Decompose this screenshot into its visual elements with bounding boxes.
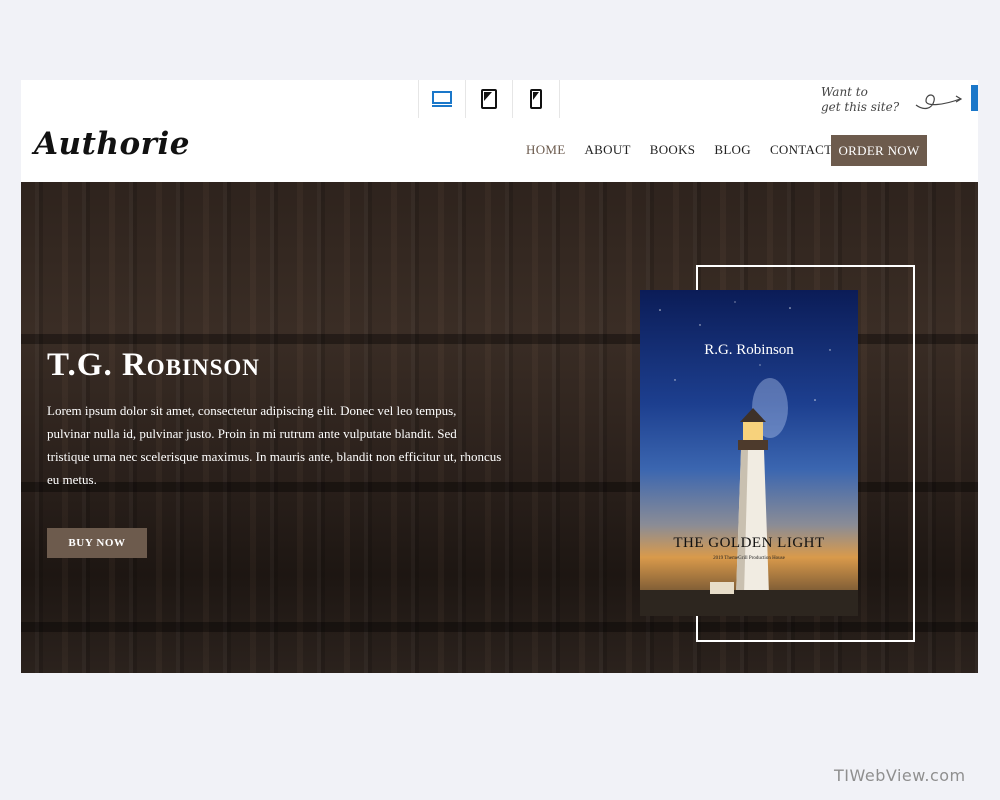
cover-subtitle: 2019 ThemeGrill Production House bbox=[713, 556, 785, 561]
nav-home[interactable]: HOME bbox=[526, 142, 565, 158]
buy-now-button[interactable]: BUY NOW bbox=[47, 528, 147, 558]
mobile-icon bbox=[530, 89, 542, 109]
desktop-view-button[interactable] bbox=[418, 80, 465, 118]
site-header: Authorie HOME ABOUT BOOKS BLOG CONTACT O… bbox=[21, 118, 978, 182]
desktop-icon bbox=[432, 91, 452, 107]
preview-frame: Want to get this site? Authorie HOME ABO… bbox=[21, 80, 978, 673]
cover-author: R.G. Robinson bbox=[704, 342, 794, 358]
hero-description: Lorem ipsum dolor sit amet, consectetur … bbox=[47, 403, 502, 487]
nav-about[interactable]: ABOUT bbox=[584, 142, 630, 158]
author-name: T.G. Robinson bbox=[47, 347, 260, 383]
preview-toolbar: Want to get this site? bbox=[21, 80, 978, 119]
get-this-site-text[interactable]: Want to get this site? bbox=[821, 85, 899, 115]
hero-section: T.G. Robinson Lorem ipsum dolor sit amet… bbox=[21, 182, 978, 673]
cta-line-1: Want to bbox=[821, 85, 868, 99]
nav-books[interactable]: BOOKS bbox=[650, 142, 696, 158]
watermark: TIWebView.com bbox=[834, 766, 966, 785]
site-logo[interactable]: Authorie bbox=[34, 126, 190, 162]
mobile-view-button[interactable] bbox=[512, 80, 560, 118]
tablet-icon bbox=[481, 89, 497, 109]
nav-blog[interactable]: BLOG bbox=[714, 142, 751, 158]
main-nav: HOME ABOUT BOOKS BLOG CONTACT bbox=[526, 118, 851, 182]
nav-contact[interactable]: CONTACT bbox=[770, 142, 832, 158]
side-tab[interactable] bbox=[971, 85, 978, 111]
lighthouse-illustration bbox=[640, 301, 858, 616]
cover-title: THE GOLDEN LIGHT bbox=[673, 535, 825, 551]
tablet-view-button[interactable] bbox=[465, 80, 512, 118]
order-now-button[interactable]: ORDER NOW bbox=[831, 135, 927, 166]
book-cover[interactable]: R.G. Robinson THE GOLDEN LIGHT 2019 Them… bbox=[640, 290, 858, 616]
cta-line-2: get this site? bbox=[821, 100, 900, 114]
curved-arrow-icon bbox=[915, 94, 963, 110]
